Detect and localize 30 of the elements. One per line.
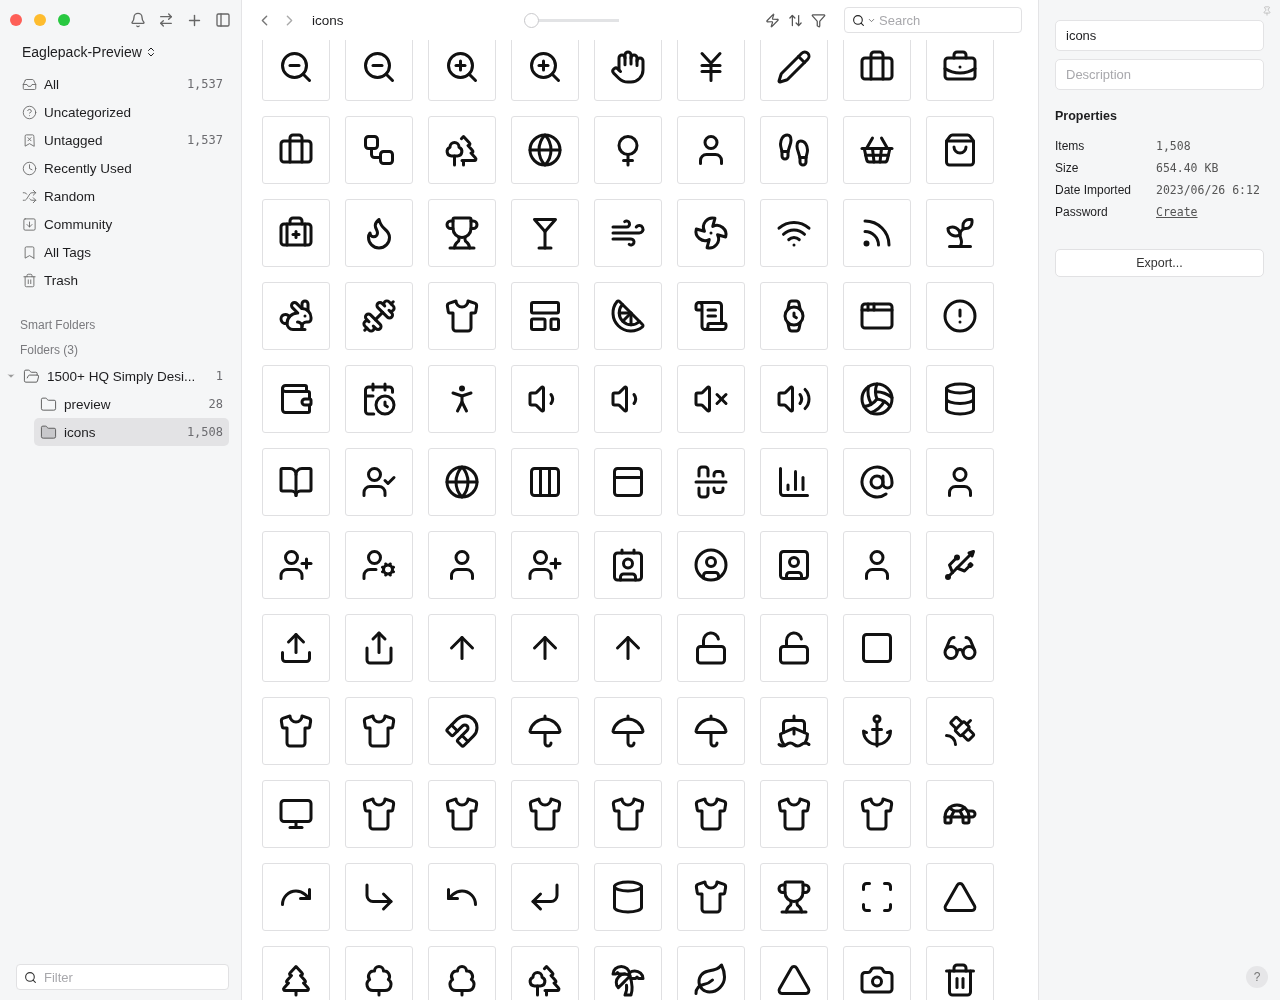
- filter-field[interactable]: Filter: [16, 964, 229, 990]
- sidebar-item[interactable]: Untagged 1,537: [14, 126, 229, 154]
- sidebar-item[interactable]: All 1,537: [14, 70, 229, 98]
- help-button[interactable]: ?: [1246, 966, 1268, 988]
- create-password-link[interactable]: Create: [1156, 205, 1198, 219]
- property-value: 1,508: [1156, 139, 1192, 153]
- property-value: 654.40 KB: [1156, 161, 1220, 175]
- property-label: Password: [1055, 205, 1109, 219]
- folder-item[interactable]: preview 28: [34, 390, 229, 418]
- sidebar-item[interactable]: Random: [14, 182, 229, 210]
- section-heading[interactable]: Folders (3): [0, 337, 241, 362]
- folder-item[interactable]: 1500+ HQ Simply Desi... 1: [4, 362, 229, 390]
- folder-title: icons: [312, 12, 344, 28]
- folder-item[interactable]: icons 1,508: [34, 418, 229, 446]
- section-heading[interactable]: Smart Folders: [0, 312, 241, 337]
- property-label: Size: [1055, 161, 1080, 175]
- library-switcher[interactable]: Eaglepack-Preview: [0, 40, 241, 70]
- section-heading: Properties: [1055, 109, 1118, 123]
- property-label: Date Imported: [1055, 183, 1133, 197]
- property-value: 2023/06/26 6:12: [1156, 183, 1261, 197]
- property-label: Items: [1055, 139, 1086, 153]
- sidebar-item[interactable]: All Tags: [14, 238, 229, 266]
- sidebar-item[interactable]: Trash: [14, 266, 229, 294]
- search-field[interactable]: Search: [844, 7, 1022, 33]
- export-button[interactable]: Export...: [1055, 249, 1264, 277]
- sidebar-item[interactable]: Uncategorized: [14, 98, 229, 126]
- description-field[interactable]: Description: [1055, 59, 1264, 90]
- sidebar-item[interactable]: Community: [14, 210, 229, 238]
- sidebar-item[interactable]: Recently Used: [14, 154, 229, 182]
- name-field[interactable]: icons: [1055, 20, 1264, 51]
